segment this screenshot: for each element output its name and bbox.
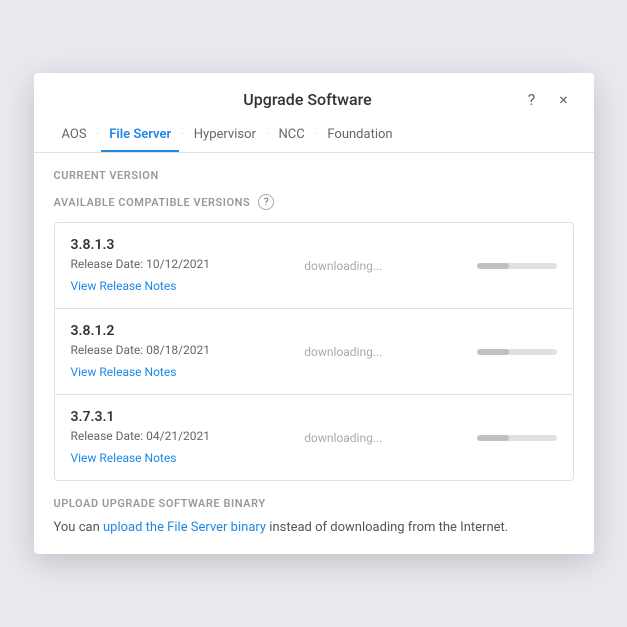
version-number-2: 3.8.1.2 <box>71 323 557 339</box>
progress-fill-1 <box>477 263 509 269</box>
current-version-section: CURRENT VERSION <box>54 169 574 182</box>
upload-text: You can upload the File Server binary in… <box>54 518 574 538</box>
progress-bar-3 <box>477 435 557 441</box>
version-date-1: Release Date: 10/12/2021 <box>71 257 211 271</box>
modal-title: Upgrade Software <box>94 90 522 109</box>
view-notes-link-1[interactable]: View Release Notes <box>71 279 177 293</box>
download-status-3: downloading... <box>304 431 382 445</box>
available-help-icon[interactable]: ? <box>258 194 274 210</box>
versions-container: 3.8.1.3 Release Date: 10/12/2021 downloa… <box>54 222 574 481</box>
upload-section: UPLOAD UPGRADE SOFTWARE BINARY You can u… <box>54 497 574 538</box>
upload-text-before: You can <box>54 520 103 535</box>
version-item-2: 3.8.1.2 Release Date: 08/18/2021 downloa… <box>55 309 573 395</box>
version-date-2: Release Date: 08/18/2021 <box>71 343 211 357</box>
tab-dot-2: · <box>179 129 186 144</box>
version-row-3: Release Date: 04/21/2021 downloading... <box>71 429 557 447</box>
progress-bar-2 <box>477 349 557 355</box>
version-item-3: 3.7.3.1 Release Date: 04/21/2021 downloa… <box>55 395 573 480</box>
view-notes-link-2[interactable]: View Release Notes <box>71 365 177 379</box>
tab-foundation[interactable]: Foundation <box>319 121 400 152</box>
tab-ncc[interactable]: NCC <box>271 121 313 152</box>
current-version-label: CURRENT VERSION <box>54 169 574 182</box>
version-date-3: Release Date: 04/21/2021 <box>71 429 211 443</box>
help-icon[interactable]: ? <box>522 89 542 109</box>
version-row-2: Release Date: 08/18/2021 downloading... <box>71 343 557 361</box>
available-versions-label: AVAILABLE COMPATIBLE VERSIONS <box>54 196 251 209</box>
available-versions-row: AVAILABLE COMPATIBLE VERSIONS ? <box>54 194 574 210</box>
progress-fill-2 <box>477 349 509 355</box>
version-item-1: 3.8.1.3 Release Date: 10/12/2021 downloa… <box>55 223 573 309</box>
version-number-3: 3.7.3.1 <box>71 409 557 425</box>
tabs: AOS · File Server · Hypervisor · NCC · F… <box>34 109 594 153</box>
modal: Upgrade Software ? × AOS · File Server ·… <box>34 73 594 554</box>
modal-body: CURRENT VERSION AVAILABLE COMPATIBLE VER… <box>34 153 594 554</box>
tab-dot-3: · <box>264 129 271 144</box>
upload-binary-link[interactable]: upload the File Server binary <box>103 520 266 535</box>
tab-dot-4: · <box>313 129 320 144</box>
upload-text-after: instead of downloading from the Internet… <box>266 520 508 535</box>
tab-dot-1: · <box>95 129 102 144</box>
download-status-2: downloading... <box>304 345 382 359</box>
version-number-1: 3.8.1.3 <box>71 237 557 253</box>
modal-overlay: Upgrade Software ? × AOS · File Server ·… <box>0 0 627 627</box>
modal-header-icons: ? × <box>522 89 574 109</box>
download-status-1: downloading... <box>304 259 382 273</box>
tab-fileserver[interactable]: File Server <box>101 121 179 152</box>
close-icon[interactable]: × <box>554 89 574 109</box>
tab-hypervisor[interactable]: Hypervisor <box>186 121 264 152</box>
progress-bar-1 <box>477 263 557 269</box>
upload-label: UPLOAD UPGRADE SOFTWARE BINARY <box>54 497 574 510</box>
modal-header: Upgrade Software ? × <box>34 73 594 109</box>
version-row-1: Release Date: 10/12/2021 downloading... <box>71 257 557 275</box>
progress-fill-3 <box>477 435 509 441</box>
tab-aos[interactable]: AOS <box>54 121 95 152</box>
view-notes-link-3[interactable]: View Release Notes <box>71 451 177 465</box>
